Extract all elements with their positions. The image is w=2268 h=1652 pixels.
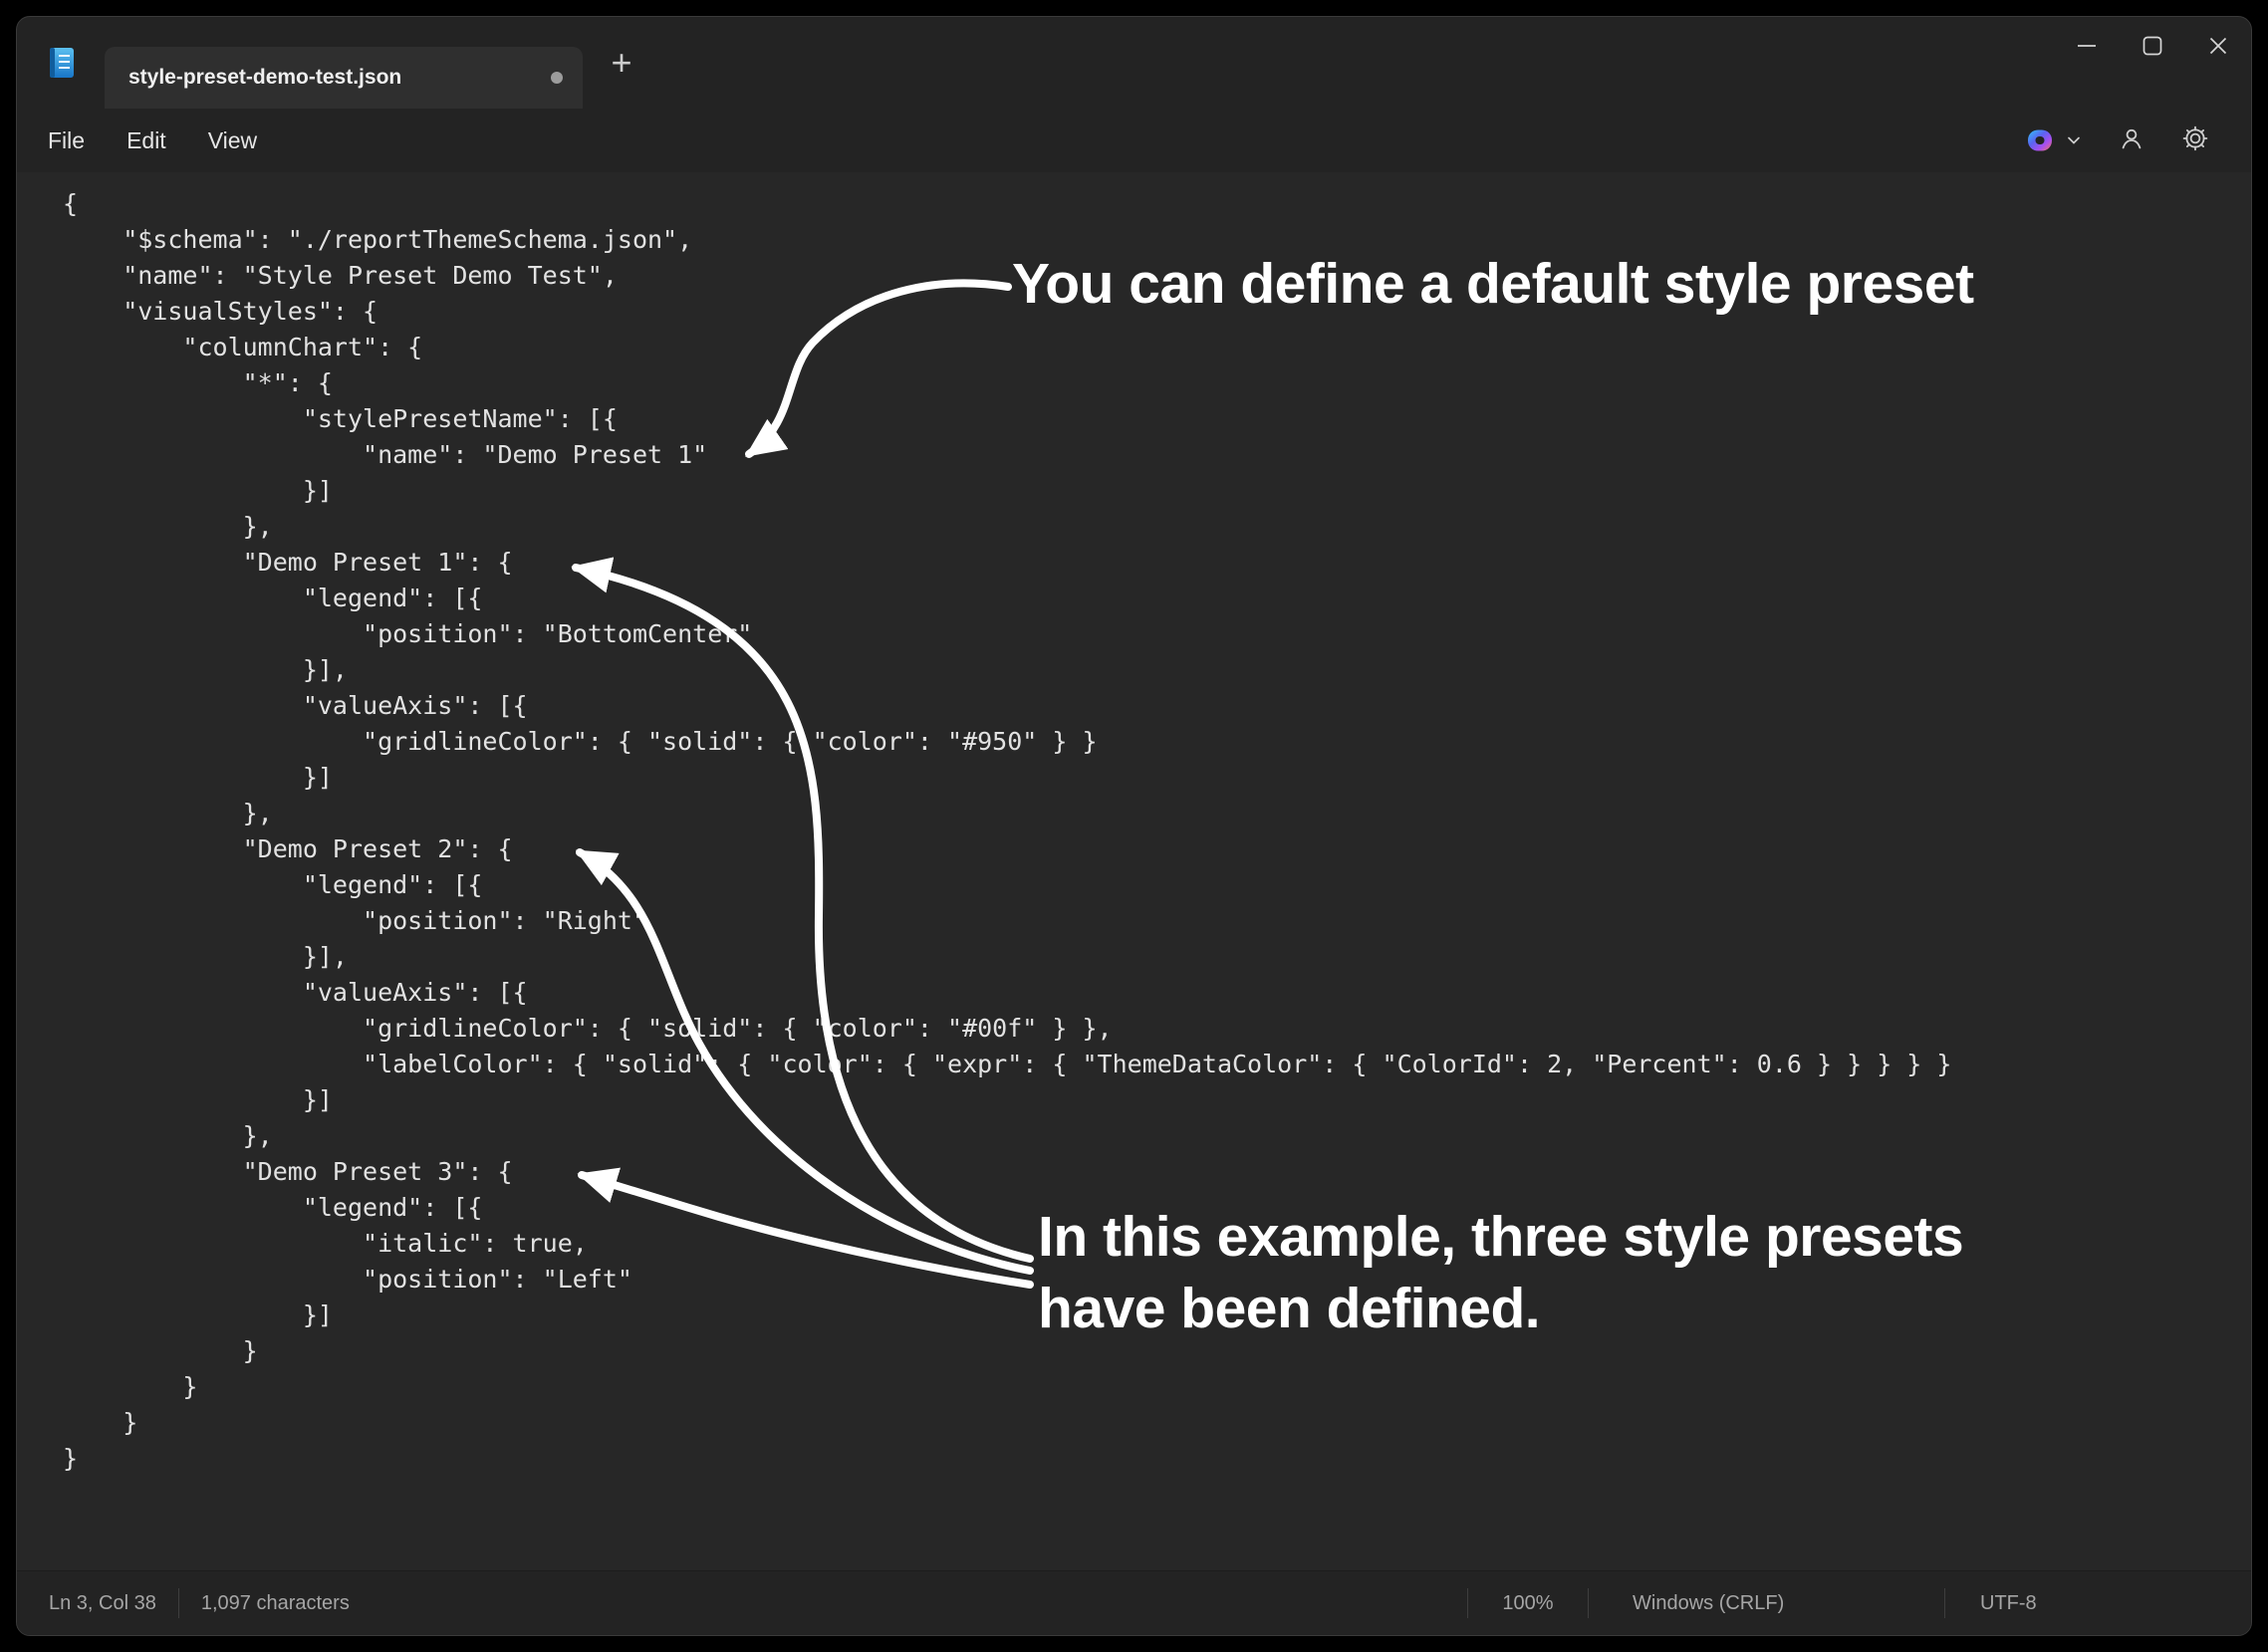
menu-edit[interactable]: Edit [106,118,187,162]
screenshot-stage: style-preset-demo-test.json + File Edit … [0,0,2268,1652]
gear-icon [2181,124,2209,152]
maximize-button[interactable] [2120,17,2185,75]
minimize-icon [2073,32,2101,60]
unsaved-dot-icon [551,72,563,84]
settings-button[interactable] [2181,124,2209,157]
chevron-down-icon [2066,134,2082,146]
account-button[interactable] [2118,124,2145,157]
cursor-position: Ln 3, Col 38 [49,1592,156,1615]
editor[interactable]: { "$schema": "./reportThemeSchema.json",… [17,172,2251,1570]
status-right: 100% Windows (CRLF) UTF-8 [1467,1588,2251,1618]
copilot-button[interactable] [2024,124,2082,156]
new-tab-button[interactable]: + [595,36,648,90]
maximize-icon [2139,32,2166,60]
notepad-window: style-preset-demo-test.json + File Edit … [16,16,2252,1636]
code-content: { "$schema": "./reportThemeSchema.json",… [17,172,2251,1477]
tab-title: style-preset-demo-test.json [128,66,551,90]
window-controls [2054,17,2251,75]
tab-strip: style-preset-demo-test.json + [17,17,2251,109]
status-left: Ln 3, Col 38 1,097 characters [49,1588,350,1618]
account-icon [2118,124,2145,152]
menu-file[interactable]: File [27,118,106,162]
zoom-level: 100% [1468,1592,1588,1615]
minimize-button[interactable] [2054,17,2120,75]
menu-bar: File Edit View [17,109,2251,172]
tab-style-preset-demo-test[interactable]: style-preset-demo-test.json [105,47,583,109]
close-icon [2204,32,2232,60]
status-separator [178,1588,179,1618]
close-button[interactable] [2185,17,2251,75]
line-ending: Windows (CRLF) [1589,1592,1944,1615]
menu-bar-right [2024,124,2209,157]
character-count: 1,097 characters [201,1592,350,1615]
menu-view[interactable]: View [187,118,278,162]
copilot-icon [2024,124,2056,156]
status-bar: Ln 3, Col 38 1,097 characters 100% Windo… [17,1570,2251,1635]
notepad-icon [43,44,81,82]
encoding: UTF-8 [1945,1592,2125,1615]
